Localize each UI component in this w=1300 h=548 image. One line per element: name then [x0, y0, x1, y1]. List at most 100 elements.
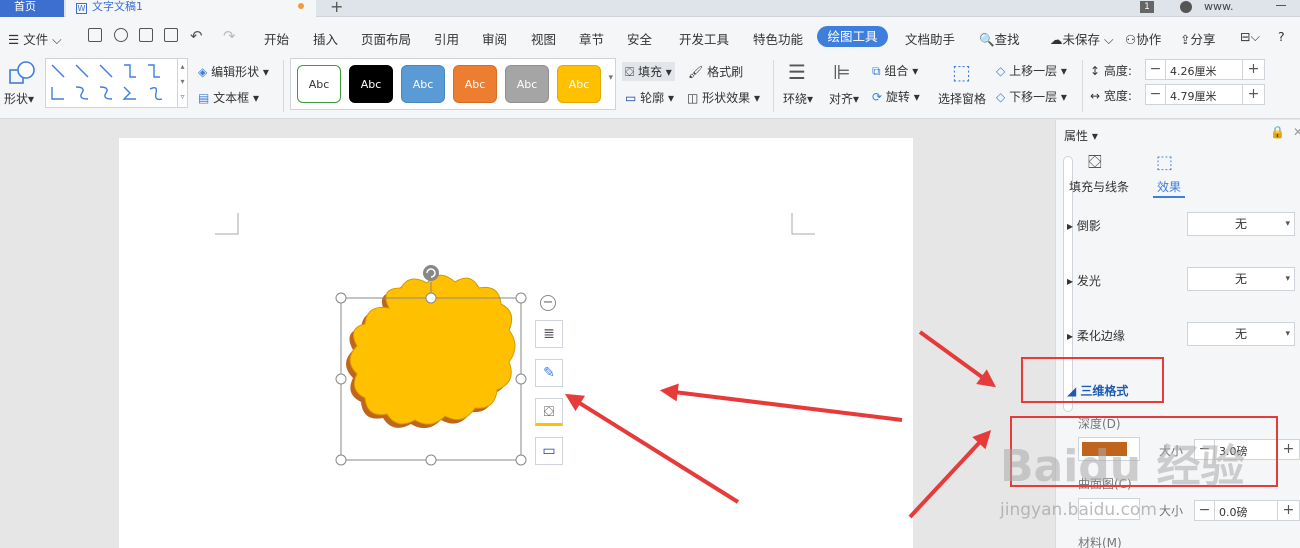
shape-icon[interactable]	[8, 60, 36, 86]
height-label-text: 高度:	[1103, 64, 1132, 78]
contour-decrease-button[interactable]: −	[1195, 501, 1215, 520]
outline-label: 轮廓	[640, 91, 665, 105]
wrap-button[interactable]: 环绕▾	[783, 90, 813, 107]
bring-forward-button[interactable]: ◇ 上移一层 ▾	[996, 62, 1067, 79]
unsaved-status[interactable]: ☁未保存 ⌵	[1050, 29, 1113, 48]
fill-button[interactable]: ⛋ 填充 ▾	[622, 62, 675, 81]
fill-tool-icon[interactable]: ⛋	[535, 398, 563, 426]
menu-doc-assistant[interactable]: 文档助手	[905, 29, 955, 48]
print-preview-icon[interactable]	[164, 28, 178, 42]
width-field[interactable]: − 4.79厘米 +	[1145, 84, 1265, 105]
document-workspace: − ≣ ✎ ⛋ ▭	[0, 120, 1055, 548]
print-icon[interactable]	[139, 28, 153, 42]
shape-button[interactable]: 形状▾	[4, 90, 34, 107]
effect-tab-icon: ⬚	[1156, 152, 1174, 173]
contour-value[interactable]: 0.0磅	[1219, 504, 1248, 520]
tab-effect-underline	[1153, 196, 1185, 198]
cloud-shape[interactable]	[329, 258, 549, 478]
height-decrease-button[interactable]: −	[1146, 60, 1166, 79]
outline-tool-icon[interactable]: ▭	[535, 437, 563, 465]
outline-button[interactable]: ▭ 轮廓 ▾	[625, 89, 674, 106]
bring-forward-label: 上移一层	[1009, 64, 1058, 78]
soft-edge-dropdown[interactable]: 无 ▾	[1187, 322, 1295, 346]
menu-review[interactable]: 审阅	[482, 29, 507, 48]
minimize-icon[interactable]	[1276, 5, 1286, 6]
edit-shape-button[interactable]: ◈ 编辑形状 ▾	[198, 63, 269, 80]
format-painter-button[interactable]: 🖌 格式刷	[688, 63, 743, 80]
width-value[interactable]: 4.79厘米	[1170, 88, 1217, 104]
menu-references[interactable]: 引用	[434, 29, 459, 48]
menu-page-layout[interactable]: 页面布局	[361, 29, 411, 48]
account-name[interactable]: www.	[1204, 0, 1233, 13]
panel-title[interactable]: 属性 ▾	[1064, 127, 1098, 144]
style-gray[interactable]: Abc	[505, 65, 549, 103]
style-more-icon[interactable]: ▾	[608, 73, 613, 83]
collapse-tools-icon[interactable]: −	[540, 295, 556, 311]
close-panel-icon[interactable]: ✕	[1293, 125, 1300, 139]
shadow-section[interactable]: ▸ 倒影	[1067, 217, 1101, 234]
contour-increase-button[interactable]: +	[1277, 501, 1299, 520]
style-orange[interactable]: Abc	[453, 65, 497, 103]
export-icon[interactable]	[114, 28, 128, 42]
annotation-box-3d	[1021, 357, 1164, 403]
tab-document-label: 文字文稿1	[92, 0, 143, 13]
gallery-scroll[interactable]: ▴ ▾ ▿	[177, 59, 187, 107]
send-backward-button[interactable]: ◇ 下移一层 ▾	[996, 88, 1067, 105]
file-menu[interactable]: ☰ 文件 ⌵	[8, 29, 62, 48]
menu-chapter[interactable]: 章节	[579, 29, 604, 48]
pen-icon[interactable]: ✎	[535, 359, 563, 387]
menu-special[interactable]: 特色功能	[753, 29, 803, 48]
select-pane-button[interactable]: 选择窗格	[938, 90, 986, 107]
glow-dropdown[interactable]: 无 ▾	[1187, 267, 1295, 291]
textbox-button[interactable]: ▤ 文本框 ▾	[198, 89, 259, 106]
tab-drawing-tools[interactable]: 绘图工具	[817, 26, 888, 47]
menu-start[interactable]: 开始	[264, 29, 289, 48]
cloud-icon: ☁	[1050, 32, 1063, 47]
tab-effect[interactable]: 效果	[1157, 178, 1181, 195]
document-page[interactable]: − ≣ ✎ ⛋ ▭	[119, 138, 913, 548]
soft-edge-section[interactable]: ▸ 柔化边缘	[1067, 327, 1125, 344]
share-button[interactable]: ⇪分享	[1180, 29, 1216, 48]
menu-security[interactable]: 安全	[627, 29, 652, 48]
layout-options-icon[interactable]: ≣	[535, 320, 563, 348]
rotate-button[interactable]: ⟳ 旋转 ▾	[872, 88, 920, 105]
shadow-value: 无	[1234, 217, 1247, 231]
undo-icon[interactable]: ↶	[190, 27, 203, 45]
material-label: 材料(M)	[1078, 536, 1122, 548]
tab-home[interactable]: 首页	[0, 0, 64, 17]
style-blue[interactable]: Abc	[401, 65, 445, 103]
width-increase-button[interactable]: +	[1242, 85, 1264, 104]
menu-view[interactable]: 视图	[531, 29, 556, 48]
glow-section[interactable]: ▸ 发光	[1067, 272, 1101, 289]
shadow-dropdown[interactable]: 无 ▾	[1187, 212, 1295, 236]
lock-icon[interactable]: 🔒	[1270, 125, 1285, 139]
help-icon[interactable]: ?	[1278, 29, 1285, 44]
collab-button[interactable]: ⚇协作	[1125, 29, 1161, 48]
width-decrease-button[interactable]: −	[1146, 85, 1166, 104]
style-white[interactable]: Abc	[297, 65, 341, 103]
menu-insert[interactable]: 插入	[313, 29, 338, 48]
new-tab-button[interactable]: +	[330, 0, 343, 16]
menu-developer[interactable]: 开发工具	[679, 29, 729, 48]
tab-document[interactable]: W 文字文稿1	[66, 0, 316, 17]
contour-size-field[interactable]: − 0.0磅 +	[1194, 500, 1300, 521]
shape-effect-button[interactable]: ◫ 形状效果 ▾	[687, 89, 760, 106]
line-gallery[interactable]: ▴ ▾ ▿	[45, 58, 188, 108]
style-black[interactable]: Abc	[349, 65, 393, 103]
glow-label: 发光	[1076, 274, 1101, 288]
save-icon[interactable]	[88, 28, 102, 42]
avatar[interactable]	[1180, 1, 1192, 13]
height-field[interactable]: − 4.26厘米 +	[1145, 59, 1265, 80]
file-menu-label: 文件	[23, 32, 49, 47]
style-gold[interactable]: Abc	[557, 65, 601, 103]
redo-icon[interactable]: ↷	[223, 27, 236, 45]
more-icon[interactable]: ⊟⌵	[1240, 29, 1260, 45]
height-value[interactable]: 4.26厘米	[1170, 63, 1217, 79]
tab-fill-line[interactable]: 填充与线条	[1069, 178, 1129, 195]
align-button[interactable]: 对齐▾	[829, 90, 859, 107]
depth-increase-button[interactable]: +	[1277, 440, 1299, 459]
height-increase-button[interactable]: +	[1242, 60, 1264, 79]
search-button[interactable]: 🔍查找	[979, 29, 1020, 48]
wrap-label: 环绕	[783, 92, 808, 106]
group-button[interactable]: ⧉ 组合 ▾	[872, 62, 918, 79]
